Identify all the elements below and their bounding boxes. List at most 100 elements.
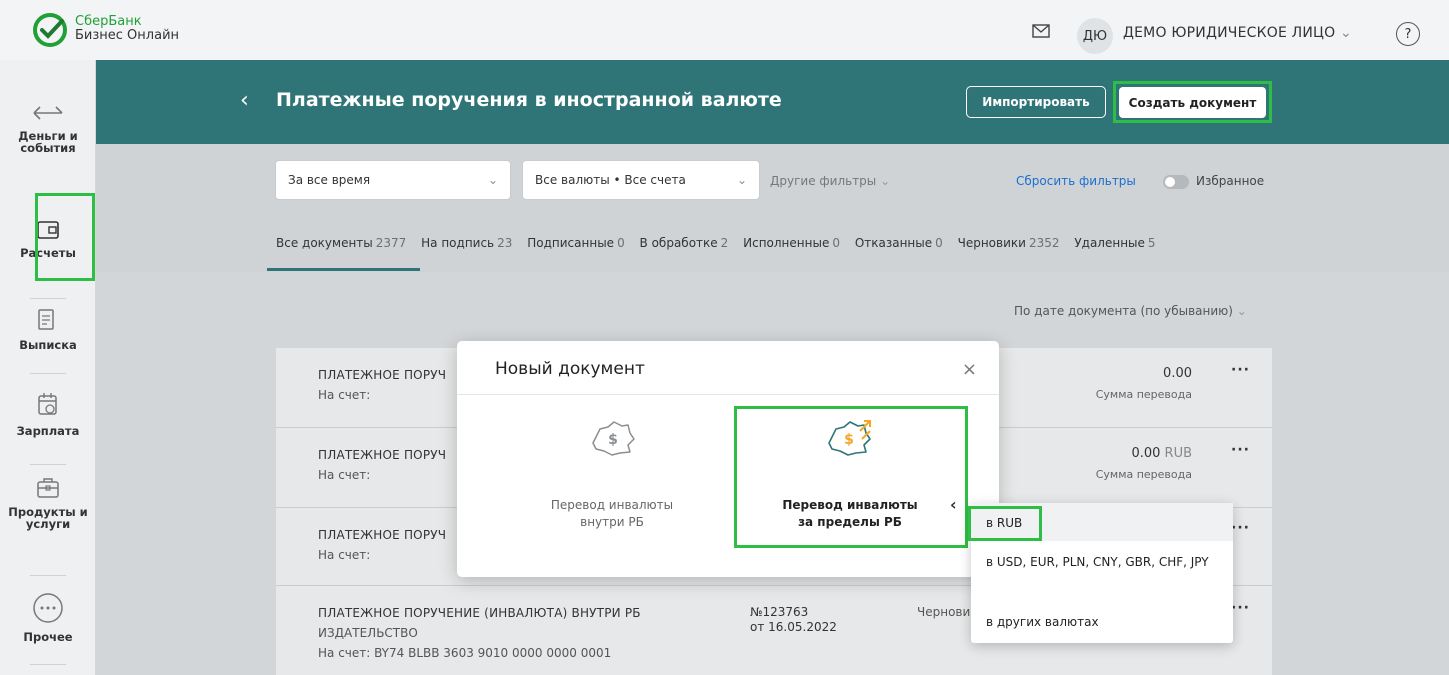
tab-label: Исполненные — [743, 236, 830, 250]
svg-text:$: $ — [608, 432, 618, 448]
document-account: На счет: — [318, 468, 371, 482]
modal-divider — [457, 394, 999, 395]
sidebar-item-label-2: услуги — [25, 517, 71, 531]
sidebar-item-products[interactable]: Продукты и услуги — [0, 476, 96, 530]
chevron-down-icon: ⌄ — [736, 173, 747, 187]
sidebar-divider — [30, 575, 66, 576]
document-title: ПЛАТЕЖНОЕ ПОРУЧ — [318, 448, 447, 462]
chevron-down-icon: ⌄ — [487, 173, 498, 187]
tab-count: 23 — [497, 236, 513, 250]
option-label-line-2: внутри РБ — [580, 515, 644, 529]
sidebar-item-label: Выписка — [19, 338, 77, 352]
sidebar-divider — [30, 373, 66, 374]
tab-signed[interactable]: Подписанные 0 — [527, 236, 624, 250]
document-tabs: Все документы 2377 На подпись 23 Подписанн… — [276, 236, 1167, 250]
sidebar-divider — [30, 298, 66, 299]
sidebar-active-highlight — [35, 193, 95, 281]
tab-label: Отказанные — [854, 236, 933, 250]
document-org: ИЗДАТЕЛЬСТВО — [318, 626, 418, 640]
document-account: На счет: BY74 BLBB 3603 9010 0000 0000 0… — [318, 646, 612, 660]
avatar[interactable]: ДЮ — [1077, 18, 1113, 54]
back-chevron-icon[interactable]: ‹ — [240, 88, 249, 113]
more-actions-icon[interactable]: ··· — [1231, 362, 1250, 378]
sort-label: По дате документа (по убыванию) — [1014, 304, 1233, 318]
reset-filters-link[interactable]: Сбросить фильтры — [1016, 174, 1136, 188]
option-highlight — [734, 406, 968, 548]
tab-label: На подпись — [421, 236, 495, 250]
sidebar-item-label: Прочее — [23, 630, 73, 644]
briefcase-icon — [37, 478, 59, 498]
statement-icon — [38, 309, 54, 330]
transfer-arrows-icon — [33, 106, 63, 120]
mail-icon[interactable] — [1032, 24, 1050, 38]
tab-all[interactable]: Все документы 2377 — [276, 236, 406, 250]
tab-label: Удаленные — [1074, 236, 1145, 250]
tab-count: 0 — [935, 236, 943, 250]
organization-selector[interactable]: ДЕМО ЮРИДИЧЕСКОЕ ЛИЦО ⌄ — [1123, 25, 1352, 41]
document-date: от 16.05.2022 — [750, 620, 837, 634]
page-title: Платежные поручения в иностранной валюте — [276, 89, 782, 111]
top-bar: СберБанк Бизнес Онлайн ДЮ ДЕМО ЮРИДИЧЕСК… — [0, 0, 1449, 60]
document-amount-label: Сумма перевода — [1095, 388, 1192, 401]
create-document-button[interactable]: Создать документ — [1119, 87, 1266, 118]
sidebar-item-money-events[interactable]: Деньги и события — [0, 102, 96, 154]
document-account: На счет: — [318, 548, 371, 562]
tab-rejected[interactable]: Отказанные 0 — [855, 236, 943, 250]
document-amount: 0.00 — [1163, 366, 1192, 381]
tab-drafts[interactable]: Черновики 2352 — [958, 236, 1060, 250]
document-amount: 0.00 RUB — [1131, 446, 1192, 461]
period-select[interactable]: За все время ⌄ — [275, 160, 511, 200]
more-actions-icon[interactable]: ··· — [1231, 520, 1250, 536]
sberbank-logo[interactable] — [32, 12, 68, 48]
option-transfer-inside-rb[interactable]: $ Перевод инвалюты внутри РБ — [498, 407, 726, 547]
chevron-down-icon: ⌄ — [1340, 25, 1352, 41]
accounts-select-value: Все валюты • Все счета — [535, 173, 686, 187]
chevron-down-icon: ⌄ — [880, 174, 891, 188]
document-status: Чернови — [917, 605, 971, 619]
modal-title: Новый документ — [495, 359, 645, 379]
document-title: ПЛАТЕЖНОЕ ПОРУЧЕНИЕ (ИНВАЛЮТА) ВНУТРИ РБ — [318, 606, 641, 620]
organization-name: ДЕМО ЮРИДИЧЕСКОЕ ЛИЦО — [1123, 25, 1336, 41]
sidebar-item-statement[interactable]: Выписка — [0, 308, 96, 352]
tab-count: 0 — [617, 236, 625, 250]
map-dollar-icon: $ — [592, 421, 635, 456]
tab-label: В обработке — [639, 236, 718, 250]
import-button[interactable]: Импортировать — [966, 86, 1106, 118]
more-circle-icon — [33, 593, 63, 623]
accounts-select[interactable]: Все валюты • Все счета ⌄ — [522, 160, 760, 200]
sidebar-item-other[interactable]: Прочее — [0, 592, 96, 644]
help-icon[interactable]: ? — [1396, 22, 1420, 46]
amount-currency: RUB — [1164, 446, 1192, 461]
chevron-down-icon: ⌄ — [1236, 304, 1247, 318]
other-filters-dropdown[interactable]: Другие фильтры ⌄ — [770, 174, 890, 188]
favorites-label: Избранное — [1196, 174, 1265, 188]
tab-executed[interactable]: Исполненные 0 — [743, 236, 840, 250]
more-actions-icon[interactable]: ··· — [1231, 442, 1250, 458]
document-title: ПЛАТЕЖНОЕ ПОРУЧ — [318, 368, 447, 382]
sidebar-divider — [30, 664, 66, 665]
document-number-value: №123763 — [750, 605, 809, 619]
tab-label: Подписанные — [527, 236, 615, 250]
tab-count: 5 — [1147, 236, 1156, 250]
brand-line-2: Бизнес Онлайн — [75, 28, 180, 43]
document-title: ПЛАТЕЖНОЕ ПОРУЧ — [318, 528, 447, 542]
tab-count: 0 — [832, 236, 840, 250]
close-icon[interactable]: × — [962, 359, 977, 380]
favorites-toggle[interactable] — [1163, 175, 1189, 189]
document-number: №123763 от 16.05.2022 — [750, 605, 837, 635]
sidebar-item-label-2: события — [20, 141, 76, 155]
brand-line-1: СберБанк — [75, 14, 142, 29]
tab-label: Черновики — [957, 236, 1026, 250]
dropdown-item-other-currencies[interactable]: в других валютах — [986, 615, 1221, 630]
tab-to-sign[interactable]: На подпись 23 — [421, 236, 512, 250]
sidebar-item-salary[interactable]: Зарплата — [0, 392, 96, 438]
dropdown-item-major-currencies[interactable]: в USD, EUR, PLN, CNY, GBR, CHF, JPY — [986, 555, 1221, 570]
sort-dropdown[interactable]: По дате документа (по убыванию) ⌄ — [1014, 304, 1247, 318]
chevron-left-icon: ‹ — [950, 495, 957, 514]
brand-name: СберБанк Бизнес Онлайн — [75, 15, 179, 43]
tab-label: Все документы — [276, 236, 373, 250]
tab-deleted[interactable]: Удаленные 5 — [1074, 236, 1155, 250]
tab-processing[interactable]: В обработке 2 — [640, 236, 729, 250]
more-actions-icon[interactable]: ··· — [1231, 600, 1250, 616]
amount-value: 0.00 — [1131, 446, 1161, 461]
